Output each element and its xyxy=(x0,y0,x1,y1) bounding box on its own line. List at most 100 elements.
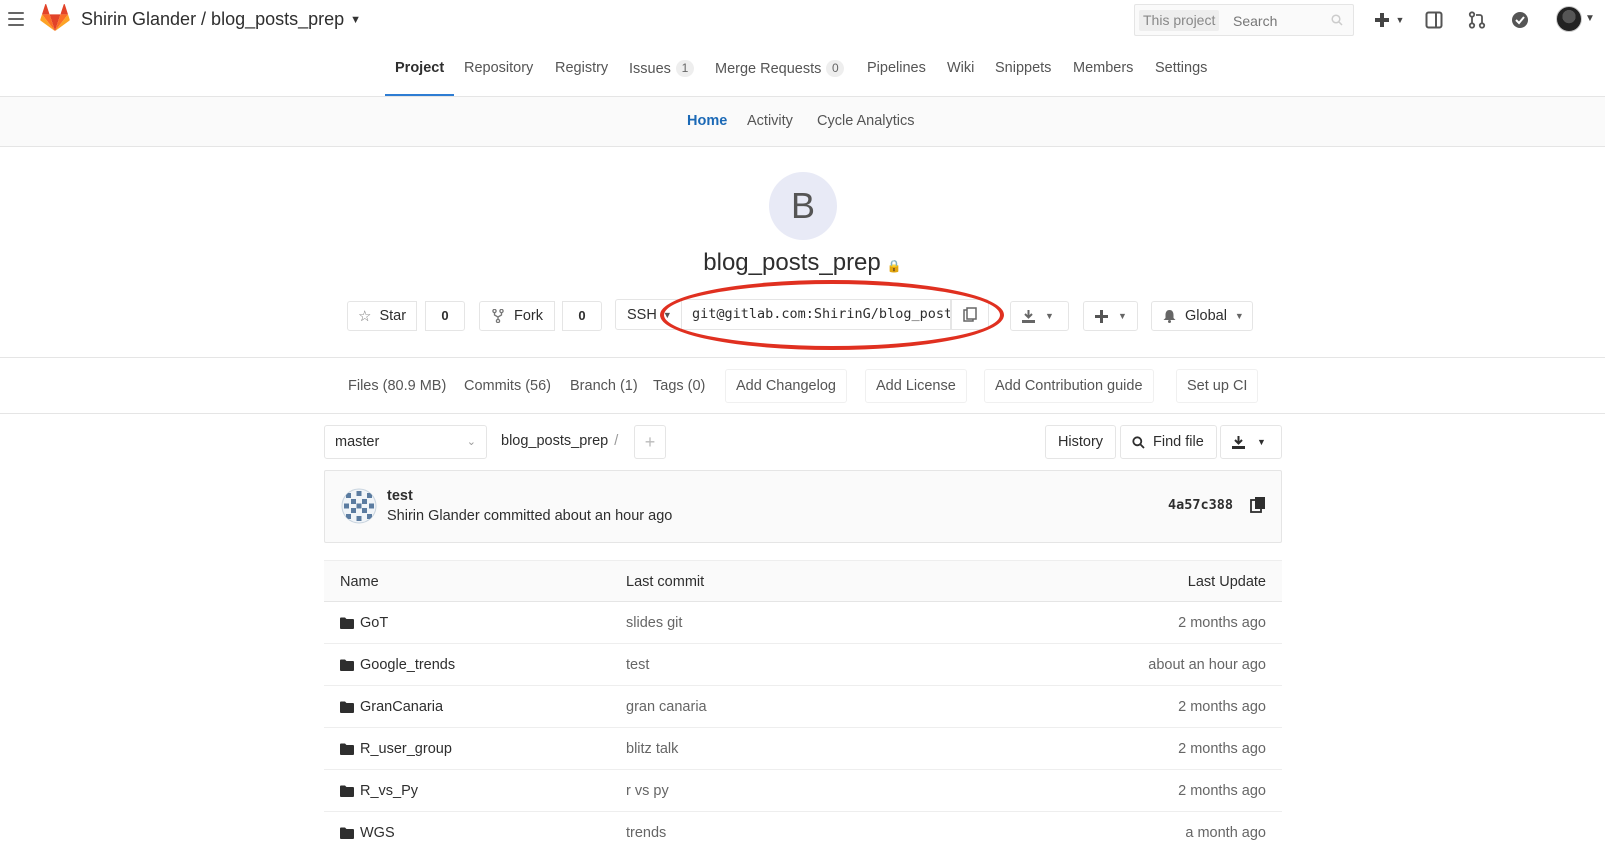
file-name[interactable]: R_user_group xyxy=(360,741,452,757)
file-name[interactable]: WGS xyxy=(360,825,395,841)
file-tree-table: Name Last commit Last Update GoT slides g… xyxy=(324,560,1282,850)
issues-count-badge: 1 xyxy=(675,60,694,77)
branch-name: master xyxy=(335,434,380,450)
new-item-button[interactable]: ▼ xyxy=(1371,8,1407,32)
file-name[interactable]: R_vs_Py xyxy=(360,783,418,799)
nav-tab-registry[interactable]: Registry xyxy=(555,40,608,97)
commits-stat-link[interactable]: Commits (56) xyxy=(464,378,551,394)
nav-tab-repository[interactable]: Repository xyxy=(464,40,533,97)
nav-tab-issues[interactable]: Issues 1 xyxy=(629,40,694,97)
branch-select[interactable]: master ⌄ xyxy=(324,425,487,459)
nav-tab-settings[interactable]: Settings xyxy=(1155,40,1207,97)
project-breadcrumb[interactable]: Shirin Glander / blog_posts_prep ▼ xyxy=(81,9,361,30)
add-file-button[interactable]: + xyxy=(634,425,666,459)
project-avatar: B xyxy=(769,172,837,240)
column-header-name: Name xyxy=(340,574,379,590)
nav-tab-merge-requests[interactable]: Merge Requests 0 xyxy=(715,40,845,97)
nav-tab-label: Issues xyxy=(629,61,671,77)
last-update-time: 2 months ago xyxy=(1178,741,1266,757)
nav-tab-snippets[interactable]: Snippets xyxy=(995,40,1051,97)
last-update-time: 2 months ago xyxy=(1178,699,1266,715)
last-update-time: 2 months ago xyxy=(1178,783,1266,799)
search-input[interactable]: Search xyxy=(1233,13,1277,29)
add-changelog-button[interactable]: Add Changelog xyxy=(725,369,847,403)
notification-dropdown[interactable]: Global ▼ xyxy=(1151,301,1253,331)
branch-stat-link[interactable]: Branch (1) xyxy=(570,378,638,394)
nav-tab-wiki[interactable]: Wiki xyxy=(947,40,974,97)
folder-icon xyxy=(340,827,354,839)
chevron-down-icon: ▼ xyxy=(1395,15,1405,25)
commit-message-link[interactable]: gran canaria xyxy=(626,699,707,715)
sidebar-icon xyxy=(1425,11,1443,29)
tags-stat-link[interactable]: Tags (0) xyxy=(653,378,705,394)
nav-tab-members[interactable]: Members xyxy=(1073,40,1133,97)
sidebar-toggle-button[interactable] xyxy=(1421,8,1447,32)
commit-title[interactable]: test xyxy=(387,488,413,504)
protocol-dropdown[interactable]: SSH ▼ xyxy=(615,299,682,330)
file-name-cell[interactable]: R_vs_Py xyxy=(340,783,418,799)
search-box[interactable]: This project Search xyxy=(1134,4,1354,36)
table-row[interactable]: R_vs_Py r vs py 2 months ago xyxy=(324,770,1282,812)
user-avatar[interactable] xyxy=(1556,6,1582,32)
subnav-cycle-analytics[interactable]: Cycle Analytics xyxy=(817,113,915,129)
star-button[interactable]: ☆ Star xyxy=(347,301,417,331)
file-name-cell[interactable]: GoT xyxy=(340,615,388,631)
clipboard-icon xyxy=(963,306,977,322)
chevron-down-icon: ▼ xyxy=(1045,311,1054,321)
file-name-cell[interactable]: WGS xyxy=(340,825,395,841)
table-row[interactable]: Google_trends test about an hour ago xyxy=(324,644,1282,686)
table-row[interactable]: GranCanaria gran canaria 2 months ago xyxy=(324,686,1282,728)
chevron-down-icon[interactable]: ▼ xyxy=(1585,13,1595,24)
file-name-cell[interactable]: Google_trends xyxy=(340,657,455,673)
nav-tab-pipelines[interactable]: Pipelines xyxy=(867,40,926,97)
table-row[interactable]: GoT slides git 2 months ago xyxy=(324,602,1282,644)
table-row[interactable]: WGS trends a month ago xyxy=(324,812,1282,850)
commit-message-link[interactable]: blitz talk xyxy=(626,741,678,757)
file-name[interactable]: GoT xyxy=(360,615,388,631)
history-button[interactable]: History xyxy=(1045,425,1116,459)
folder-icon xyxy=(340,701,354,713)
file-name-cell[interactable]: GranCanaria xyxy=(340,699,443,715)
divider xyxy=(0,413,1605,414)
file-name[interactable]: GranCanaria xyxy=(360,699,443,715)
star-count[interactable]: 0 xyxy=(425,301,465,331)
subnav-home[interactable]: Home xyxy=(687,113,727,129)
add-contribution-guide-button[interactable]: Add Contribution guide xyxy=(984,369,1154,403)
last-commit-panel: test Shirin Glander committed about an h… xyxy=(324,470,1282,543)
commit-message-link[interactable]: r vs py xyxy=(626,783,669,799)
setup-ci-button[interactable]: Set up CI xyxy=(1176,369,1259,403)
last-update-time: about an hour ago xyxy=(1148,657,1266,673)
commit-author-avatar[interactable] xyxy=(341,488,377,524)
find-file-button[interactable]: Find file xyxy=(1120,425,1217,459)
add-license-button[interactable]: Add License xyxy=(865,369,967,403)
todos-button[interactable] xyxy=(1507,8,1533,32)
chevron-down-icon: ▼ xyxy=(1118,311,1127,321)
nav-tab-label: Registry xyxy=(555,60,609,76)
fork-button[interactable]: Fork xyxy=(479,301,555,331)
subnav-activity[interactable]: Activity xyxy=(747,113,793,129)
lock-icon: 🔒 xyxy=(886,259,902,273)
commit-message-link[interactable]: test xyxy=(626,657,649,673)
tree-root-link[interactable]: blog_posts_prep xyxy=(501,433,608,449)
clipboard-icon[interactable] xyxy=(1250,496,1266,514)
nav-tab-project[interactable]: Project xyxy=(385,40,455,96)
column-header-last-commit: Last commit xyxy=(626,574,705,590)
fork-count[interactable]: 0 xyxy=(562,301,602,331)
download-archive-dropdown[interactable]: ▼ xyxy=(1220,425,1282,459)
commit-message-link[interactable]: trends xyxy=(626,825,666,841)
add-dropdown[interactable]: ▼ xyxy=(1083,301,1138,331)
commit-sha[interactable]: 4a57c388 xyxy=(1168,497,1233,513)
commit-message-link[interactable]: slides git xyxy=(626,615,682,631)
table-row[interactable]: R_user_group blitz talk 2 months ago xyxy=(324,728,1282,770)
clone-url-input[interactable]: git@gitlab.com:ShirinG/blog_posts_prep.g… xyxy=(681,299,951,330)
bell-icon xyxy=(1163,310,1176,323)
gitlab-logo-icon[interactable] xyxy=(40,4,70,32)
fork-label: Fork xyxy=(514,308,543,324)
copy-url-button[interactable] xyxy=(951,299,989,330)
files-stat-link[interactable]: Files (80.9 MB) xyxy=(348,378,446,394)
file-name[interactable]: Google_trends xyxy=(360,657,455,673)
merge-requests-button[interactable] xyxy=(1464,8,1490,32)
download-dropdown[interactable]: ▼ xyxy=(1010,301,1069,331)
file-name-cell[interactable]: R_user_group xyxy=(340,741,452,757)
menu-icon[interactable] xyxy=(8,12,24,26)
